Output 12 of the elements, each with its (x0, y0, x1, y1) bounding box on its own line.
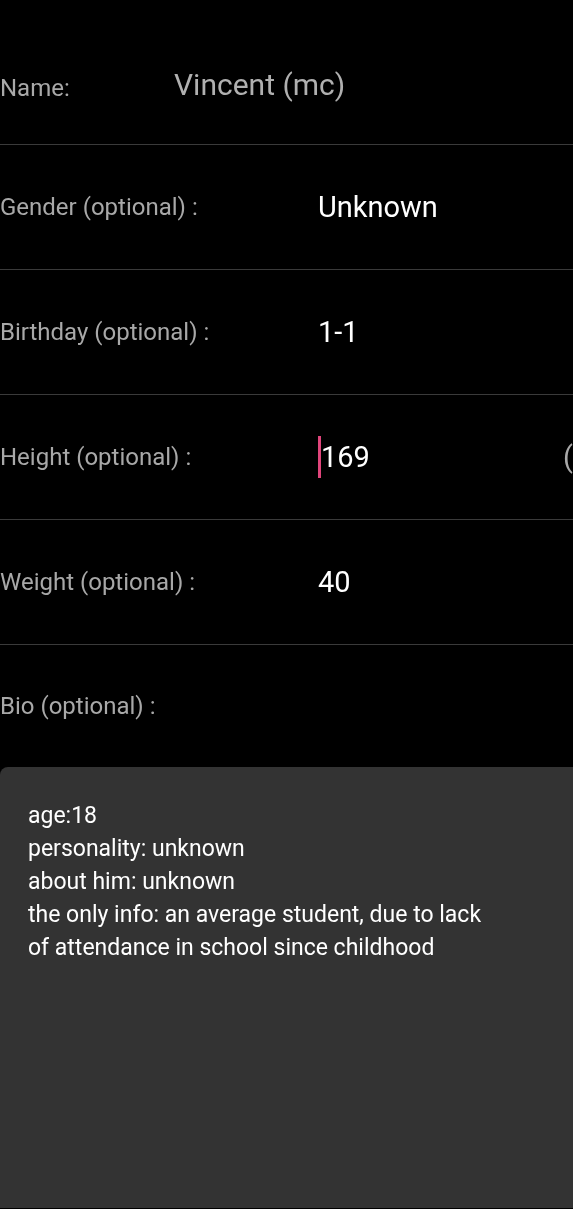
unit-label: ( (563, 440, 573, 474)
field-label: Gender (optional) : (0, 193, 199, 221)
field-label: Bio (optional) : (0, 692, 157, 720)
field-label: Birthday (optional) : (0, 318, 211, 346)
bio-field[interactable]: age:18 personality: unknown about him: unknown the only info: an average student, due to lack of attendance in school since childhood (0, 767, 573, 1208)
text-field[interactable]: 169 (318, 436, 370, 478)
field-label: Name: (0, 74, 71, 102)
text-field[interactable]: 1-1 (318, 315, 359, 349)
text-field[interactable]: Unknown (318, 190, 438, 224)
text-field[interactable]: 40 (318, 565, 351, 599)
field-label: Height (optional) : (0, 443, 193, 471)
field-label: Weight (optional) : (0, 568, 196, 596)
